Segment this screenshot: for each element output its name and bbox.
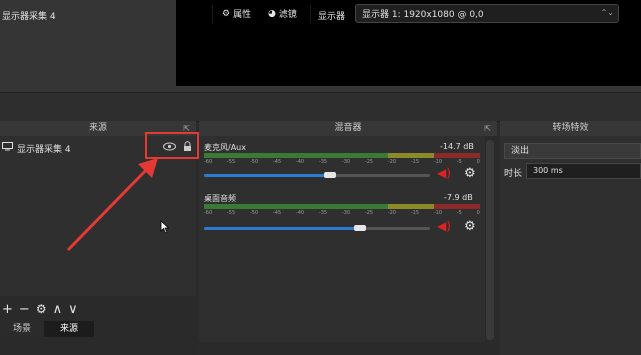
volume-slider-track[interactable] — [204, 174, 430, 177]
remove-source-button[interactable]: − — [19, 302, 30, 317]
add-source-button[interactable]: + — [2, 302, 13, 317]
gear-icon[interactable]: ⚙ — [464, 166, 476, 181]
tab-sources[interactable]: 来源 — [44, 321, 94, 337]
monitor-icon — [2, 142, 13, 154]
source-properties-button[interactable]: ⚙ — [36, 302, 47, 316]
volume-meter — [204, 204, 480, 209]
selected-source-name: 显示器采集 4 — [2, 12, 56, 22]
volume-slider-knob[interactable] — [354, 225, 366, 231]
display-select-value: 显示器 1: 1920x1080 @ 0,0 — [362, 10, 484, 20]
transition-select[interactable]: 淡出 — [504, 143, 641, 159]
volume-meter — [204, 153, 480, 158]
properties-button[interactable]: ⚙ 属性 — [218, 4, 255, 23]
properties-label: 属性 — [233, 10, 252, 20]
duration-label: 时长 — [504, 169, 523, 179]
toolbar-divider — [310, 5, 311, 23]
sources-toolbar: + − ⚙ ∧ ∨ — [0, 299, 198, 319]
move-down-button[interactable]: ∨ — [68, 302, 78, 317]
channel-name: 麦克风/Aux — [204, 143, 246, 152]
transitions-title-text: 转场特效 — [552, 123, 589, 133]
move-up-button[interactable]: ∧ — [53, 302, 63, 317]
meter-ticks: -60 -55 -50 -45 -40 -35 -30 -25 -20 -15 -10 -5 0 — [204, 210, 480, 216]
volume-slider-knob[interactable] — [324, 172, 336, 178]
dock-float-icon[interactable]: ⇱ — [484, 121, 491, 136]
volume-slider-fill — [204, 174, 333, 177]
gear-icon[interactable]: ⚙ — [464, 219, 476, 234]
toolbar-divider — [212, 5, 213, 23]
mute-speaker-icon[interactable]: ◀) — [437, 166, 451, 180]
mute-speaker-icon[interactable]: ◀) — [437, 219, 451, 233]
display-select[interactable]: 显示器 1: 1920x1080 @ 0,0 ⌃⌄ — [355, 4, 619, 23]
volume-slider-fill — [204, 227, 360, 230]
channel-db: -14.7 dB — [440, 142, 474, 151]
channel-name: 桌面音频 — [204, 194, 236, 203]
mixer-scrollbar[interactable] — [486, 140, 494, 340]
filter-icon: ◕ — [268, 8, 276, 19]
sources-title-text: 来源 — [88, 123, 107, 133]
transitions-dock-title: 转场特效 — [500, 121, 641, 136]
mouse-cursor-icon — [160, 220, 170, 237]
mixer-title-text: 混音器 — [334, 123, 362, 133]
tab-scenes[interactable]: 场景 — [0, 321, 44, 337]
channel-db: -7.9 dB — [444, 193, 473, 202]
select-arrow-icon: ⌃⌄ — [600, 8, 614, 17]
duration-input[interactable]: 300 ms — [526, 163, 641, 179]
filters-label: 滤镜 — [278, 10, 297, 20]
display-label: 显示器 — [318, 12, 346, 22]
source-toolbar — [0, 92, 641, 122]
volume-slider-track[interactable] — [204, 227, 430, 230]
mixer-dock-title: 混音器 ⇱ — [199, 121, 497, 136]
filters-button[interactable]: ◕ 滤镜 — [264, 4, 301, 23]
dock-tabs: 场景 来源 — [0, 321, 196, 337]
annotation-arrow-icon — [66, 158, 158, 252]
gear-icon: ⚙ — [222, 8, 231, 19]
